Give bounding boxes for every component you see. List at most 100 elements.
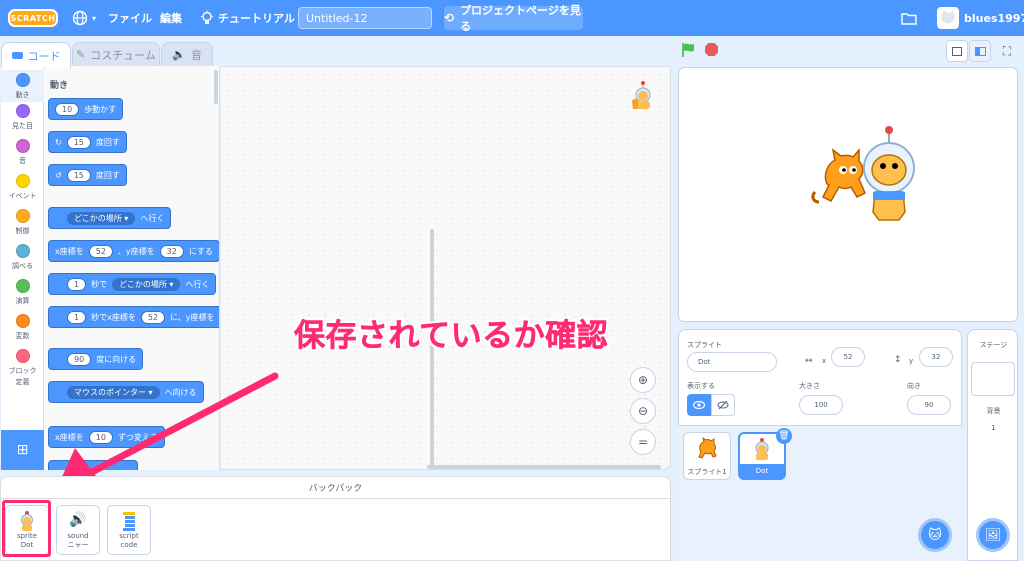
block-dropdown[interactable]: どこかの場所 ▾	[112, 277, 181, 291]
direction-input[interactable]: 90	[907, 395, 951, 415]
cat-and-dot-sprites	[811, 126, 915, 221]
backpack-item-type: sound	[67, 532, 89, 540]
block-text: ずつ変える	[117, 432, 158, 442]
category-control[interactable]: 制御	[1, 209, 44, 236]
set-x-block[interactable]	[48, 460, 138, 470]
hide-sprite-button[interactable]	[711, 394, 735, 416]
sprite-thumb-sprite1[interactable]: スプライト1	[683, 432, 731, 480]
stage-canvas[interactable]	[678, 67, 1018, 322]
category-sound[interactable]: 音	[1, 139, 44, 166]
zoom-in-button[interactable]: ⊕	[630, 367, 656, 393]
category-dot	[15, 209, 30, 223]
fullscreen-button[interactable]: ⛶	[996, 40, 1018, 62]
delete-sprite-button[interactable]: 🗑	[776, 428, 792, 444]
backpack-header[interactable]: バックパック	[1, 477, 670, 499]
choose-sprite-button[interactable]: 🐱	[918, 518, 952, 552]
show-sprite-button[interactable]	[687, 394, 711, 416]
backdrop-label: 背景	[986, 407, 1001, 415]
go-to-block[interactable]: どこかの場所 ▾ へ行く	[48, 207, 172, 229]
category-sensing[interactable]: 調べる	[1, 244, 44, 271]
see-project-page-button[interactable]: ⟲ プロジェクトページを見る	[444, 4, 583, 33]
move-steps-block[interactable]: 10 歩動かす	[48, 98, 124, 120]
category-dot	[15, 279, 30, 293]
category-label: 動き	[15, 91, 30, 99]
block-input[interactable]: 15	[66, 135, 91, 149]
sprite-label: スプライト	[687, 341, 722, 349]
backpack-item-sound[interactable]: 🔊 sound ニャー	[56, 505, 100, 555]
show-label: 表示する	[687, 382, 715, 390]
x-position-input[interactable]: 52	[831, 347, 865, 367]
add-extension-button[interactable]: ⊞	[1, 430, 44, 470]
equals-icon: =	[637, 435, 649, 449]
block-input[interactable]: 52	[88, 244, 113, 258]
go-to-xy-block[interactable]: x座標を 52 、y座標を 32 にする	[48, 240, 219, 262]
category-looks[interactable]: 見た目	[1, 104, 44, 131]
palette-scrollbar[interactable]	[214, 70, 218, 104]
category-label: 見た目	[12, 122, 33, 130]
turn-right-block[interactable]: ↻ 15 度回す	[48, 131, 127, 153]
sprite-name: スプライト1	[687, 468, 727, 476]
account-menu[interactable]: blues1997 ▾	[964, 0, 1024, 36]
block-input[interactable]: 10	[55, 102, 80, 116]
large-stage-icon	[974, 46, 986, 56]
category-dot	[15, 104, 30, 118]
category-operators[interactable]: 演算	[1, 279, 44, 306]
tutorial-menu[interactable]: チュートリアル	[200, 0, 295, 36]
block-input[interactable]: 1	[67, 277, 87, 291]
stop-icon[interactable]	[704, 42, 719, 57]
avatar[interactable]	[937, 7, 959, 29]
block-text: 歩動かす	[84, 104, 117, 114]
tab-costumes[interactable]: ✎ コスチューム	[72, 42, 160, 66]
backpack-item-type: script	[119, 532, 139, 540]
size-input[interactable]: 100	[799, 395, 843, 415]
tab-sounds[interactable]: 🔈 音	[161, 42, 213, 66]
glide-to-block[interactable]: 1 秒で どこかの場所 ▾ へ行く	[48, 273, 217, 295]
category-my-blocks[interactable]: ブロック定義	[1, 349, 44, 388]
block-input[interactable]: 90	[67, 352, 92, 366]
block-text: x座標を	[55, 246, 84, 256]
my-stuff-button[interactable]	[901, 0, 917, 36]
large-stage-button[interactable]	[969, 40, 991, 62]
script-horizontal-scrollbar[interactable]	[427, 465, 661, 469]
backpack-panel: バックパック sprite Dot 🔊 sound ニャー script cod…	[0, 476, 671, 561]
dropdown-label: どこかの場所	[74, 213, 122, 223]
category-variables[interactable]: 変数	[1, 314, 44, 341]
choose-backdrop-button[interactable]: 🖼	[976, 518, 1010, 552]
script-area[interactable]	[221, 66, 671, 470]
category-label: 演算	[15, 297, 30, 305]
turn-left-block[interactable]: ↺ 15 度回す	[48, 164, 127, 186]
tab-code[interactable]: コード	[1, 42, 71, 68]
small-stage-button[interactable]	[946, 40, 968, 62]
backpack-item-script[interactable]: script code	[107, 505, 151, 555]
language-menu[interactable]: ▾	[72, 0, 96, 36]
category-motion[interactable]: 動き	[1, 70, 44, 102]
category-label: ブロック定義	[8, 367, 37, 387]
y-position-input[interactable]: 32	[919, 347, 953, 367]
point-towards-block[interactable]: マウスのポインター ▾ へ向ける	[48, 381, 204, 403]
block-input[interactable]: 1	[67, 310, 87, 324]
category-dot	[15, 349, 30, 363]
point-in-direction-block[interactable]: 90 度に向ける	[48, 348, 144, 370]
rotate-right-icon: ↻	[55, 137, 62, 147]
edit-menu[interactable]: 編集	[160, 0, 182, 36]
annotation-text: 保存されているか確認	[294, 318, 609, 355]
project-title-input[interactable]	[298, 7, 432, 29]
file-menu[interactable]: ファイル	[108, 0, 152, 36]
sprite-name-input[interactable]: Dot	[687, 352, 777, 372]
eye-slash-icon	[717, 400, 729, 410]
block-dropdown[interactable]: マウスのポインター ▾	[67, 385, 160, 399]
change-x-block[interactable]: x座標を 10 ずつ変える	[48, 426, 165, 448]
block-input[interactable]: 32	[159, 244, 184, 258]
green-flag-icon[interactable]	[681, 42, 696, 57]
block-input[interactable]: 15	[66, 168, 91, 182]
block-input[interactable]: 52	[140, 310, 166, 324]
scratch-logo[interactable]: SCRATCH	[8, 9, 58, 27]
backdrop-thumbnail[interactable]	[971, 362, 1015, 396]
category-events[interactable]: イベント	[1, 174, 44, 201]
block-input[interactable]: 10	[88, 430, 113, 444]
zoom-out-button[interactable]: ⊖	[630, 398, 656, 424]
block-dropdown[interactable]: どこかの場所 ▾	[67, 211, 136, 225]
glide-to-xy-block[interactable]: 1 秒でx座標を 52 に、y座標を 3	[48, 306, 219, 328]
zoom-reset-button[interactable]: =	[630, 429, 656, 455]
backdrop-count: 1	[991, 424, 996, 432]
